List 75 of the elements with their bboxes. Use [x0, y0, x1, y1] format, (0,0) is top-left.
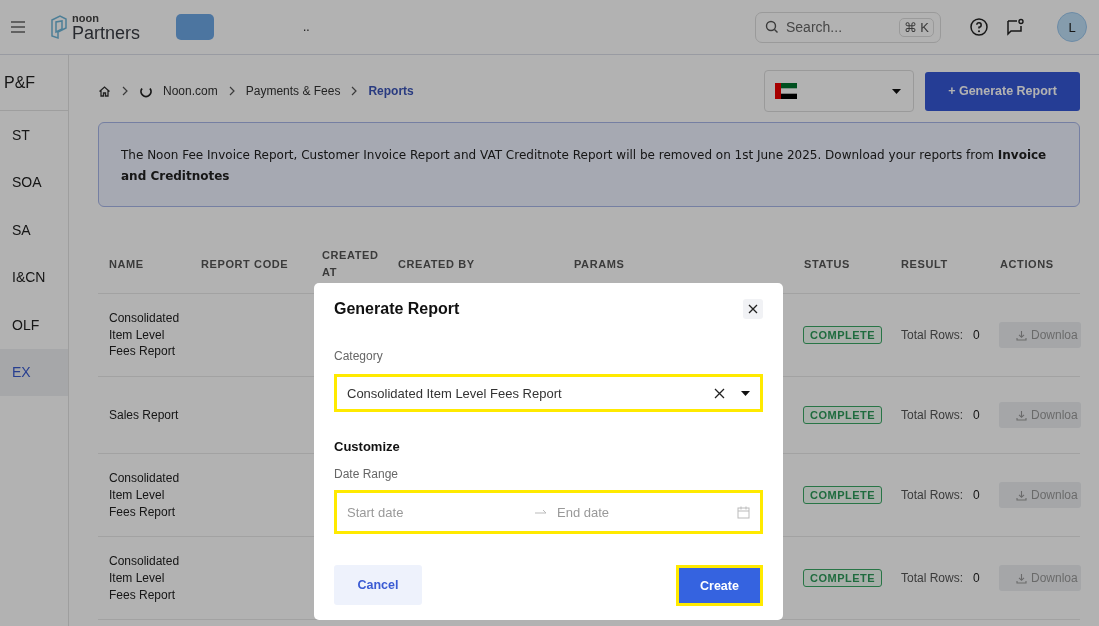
column-header: ACTIONS	[999, 256, 1055, 272]
date-range-field[interactable]: Start date End date	[334, 490, 763, 534]
logo-icon	[50, 14, 68, 40]
column-header: CREATED AT	[321, 248, 380, 280]
category-select[interactable]: Consolidated Item Level Fees Report	[334, 374, 763, 412]
sidebar-title: P&F	[0, 55, 68, 111]
result-value: 0	[973, 328, 980, 343]
result-label: Total Rows:	[901, 571, 964, 586]
column-header: RESULT	[900, 256, 949, 272]
download-icon	[1016, 409, 1027, 421]
account-name: ..	[303, 20, 310, 34]
result-value: 0	[973, 408, 980, 423]
column-header: PARAMS	[573, 256, 626, 272]
sidebar-item[interactable]: ST	[0, 111, 68, 159]
user-avatar[interactable]: L	[1057, 12, 1087, 42]
search-input[interactable]: Search...	[786, 19, 886, 35]
caret-icon	[892, 88, 901, 94]
chevron-icon	[350, 86, 359, 96]
menu-icon[interactable]	[10, 20, 26, 34]
download-icon	[1016, 572, 1027, 584]
sidebar-item[interactable]: OLF	[0, 301, 68, 349]
shortcut-hint: ⌘ K	[898, 17, 934, 37]
status-badge: COMPLETE	[803, 569, 883, 588]
download-icon	[1016, 329, 1027, 341]
breadcrumb-link[interactable]: Reports	[368, 84, 414, 98]
table-cell-text: Consolidated Item Level Fees Report	[108, 310, 181, 361]
column-header: CREATED BY	[397, 256, 476, 272]
table-cell-text: Sales Report	[108, 406, 180, 424]
cancel-button[interactable]: Cancel	[334, 565, 422, 605]
breadcrumb-link[interactable]: Noon.com	[163, 84, 218, 98]
start-date-input[interactable]: Start date	[347, 504, 527, 520]
status-badge: COMPLETE	[803, 326, 883, 345]
column-header: NAME	[108, 256, 145, 272]
home-icon[interactable]	[98, 84, 111, 98]
chevron-icon	[121, 86, 129, 96]
field-label: Category	[334, 349, 384, 363]
flag-icon	[775, 83, 797, 99]
country-select[interactable]	[764, 70, 914, 112]
create-button[interactable]: Create	[676, 565, 763, 606]
result-label: Total Rows:	[901, 328, 964, 343]
column-header: REPORT CODE	[200, 256, 290, 272]
column-header: STATUS	[803, 256, 851, 272]
help-icon[interactable]	[969, 17, 989, 37]
notice-banner: The Noon Fee Invoice Report, Customer Invoice Report and VAT Creditnote Report will be removed on 1st June 2025. Download your reports from Invoice and Creditnotes	[98, 122, 1080, 207]
table-cell-text: Consolidated Item Level Fees Report	[108, 553, 181, 604]
generate-report-button[interactable]: + Generate Report	[925, 71, 1080, 111]
dialog-title: Generate Report	[334, 300, 460, 318]
close-button[interactable]	[743, 299, 763, 319]
result-label: Total Rows:	[901, 408, 964, 423]
sidebar-item[interactable]: EX	[0, 348, 68, 396]
result-value: 0	[973, 488, 980, 503]
field-label: Date Range	[334, 467, 400, 481]
chevron-icon	[227, 86, 236, 96]
status-badge: COMPLETE	[803, 486, 883, 505]
sidebar-item[interactable]: I&CN	[0, 253, 68, 301]
sidebar-item[interactable]: SOA	[0, 158, 68, 206]
section-heading: Customize	[334, 439, 401, 454]
result-value: 0	[973, 571, 980, 586]
search-field[interactable]: Search... ⌘ K	[755, 11, 941, 43]
clear-icon[interactable]	[714, 387, 725, 399]
end-date-input[interactable]: End date	[557, 504, 707, 520]
calendar-icon	[737, 505, 750, 519]
status-badge: COMPLETE	[803, 406, 883, 425]
table-cell-text: Consolidated Item Level Fees Report	[108, 470, 181, 521]
breadcrumb-link[interactable]: Payments & Fees	[245, 84, 341, 98]
redacted-block	[176, 14, 215, 40]
result-label: Total Rows:	[901, 488, 964, 503]
chat-icon[interactable]	[1005, 17, 1025, 37]
caret-icon	[741, 390, 750, 396]
sidebar-item[interactable]: SA	[0, 206, 68, 254]
logo-subtext: noon	[72, 12, 100, 24]
search-icon	[765, 20, 779, 34]
logo-text: Partners	[72, 23, 141, 42]
download-icon	[1016, 489, 1027, 501]
close-icon	[748, 304, 758, 314]
